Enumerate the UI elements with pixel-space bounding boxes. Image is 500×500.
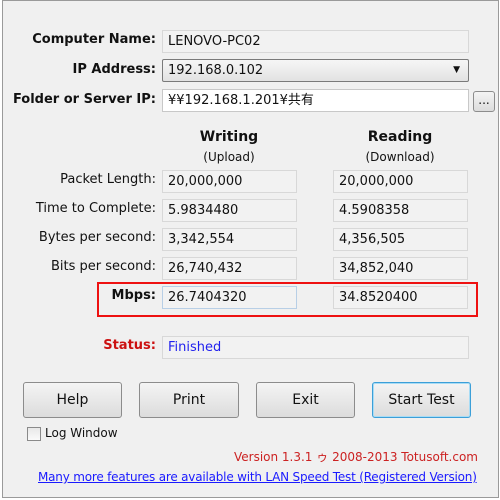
bytes-reading: 4,356,505 xyxy=(333,228,468,251)
bytes-per-second-label: Bytes per second: xyxy=(38,230,156,245)
ip-address-label: IP Address: xyxy=(72,62,156,77)
bytes-writing: 3,342,554 xyxy=(162,228,297,251)
mbps-reading: 34.8520400 xyxy=(333,286,468,309)
computer-name-field[interactable]: LENOVO-PC02 xyxy=(162,30,469,53)
ip-address-value: 192.168.0.102 xyxy=(168,63,264,78)
folder-label: Folder or Server IP: xyxy=(12,92,156,107)
print-button[interactable]: Print xyxy=(139,382,239,418)
writing-subheader: (Upload) xyxy=(203,150,255,164)
reading-header: Reading xyxy=(367,129,433,145)
time-writing: 5.9834480 xyxy=(162,199,297,222)
packet-length-writing: 20,000,000 xyxy=(162,170,297,193)
time-reading: 4.5908358 xyxy=(333,199,468,222)
computer-name-label: Computer Name: xyxy=(32,32,156,47)
bits-per-second-label: Bits per second: xyxy=(50,259,156,274)
start-test-button[interactable]: Start Test xyxy=(372,382,471,418)
log-window-checkbox[interactable] xyxy=(27,427,41,441)
mbps-label: Mbps: xyxy=(111,288,156,303)
packet-length-label: Packet Length: xyxy=(60,172,156,187)
bits-reading: 34,852,040 xyxy=(333,257,468,280)
exit-button[interactable]: Exit xyxy=(256,382,355,418)
version-text: Version 1.3.1 ゥ 2008-2013 Totusoft.com xyxy=(233,450,478,464)
help-button[interactable]: Help xyxy=(23,382,122,418)
ip-address-dropdown[interactable]: 192.168.0.102 ▼ xyxy=(162,59,469,82)
browse-button[interactable]: ... xyxy=(473,91,495,112)
writing-header: Writing xyxy=(199,129,259,145)
chevron-down-icon: ▼ xyxy=(453,65,460,75)
mbps-writing: 26.7404320 xyxy=(162,286,297,309)
lan-speed-test-window: Computer Name: LENOVO-PC02 IP Address: 1… xyxy=(2,0,499,498)
status-field: Finished xyxy=(162,336,469,359)
folder-input[interactable]: ¥¥192.168.1.201¥共有 xyxy=(162,89,469,112)
reading-subheader: (Download) xyxy=(365,150,435,164)
bits-writing: 26,740,432 xyxy=(162,257,297,280)
log-window-label: Log Window xyxy=(45,426,118,440)
packet-length-reading: 20,000,000 xyxy=(333,170,468,193)
registered-version-link[interactable]: Many more features are available with LA… xyxy=(38,470,477,484)
time-to-complete-label: Time to Complete: xyxy=(35,201,156,216)
status-label: Status: xyxy=(103,338,156,353)
